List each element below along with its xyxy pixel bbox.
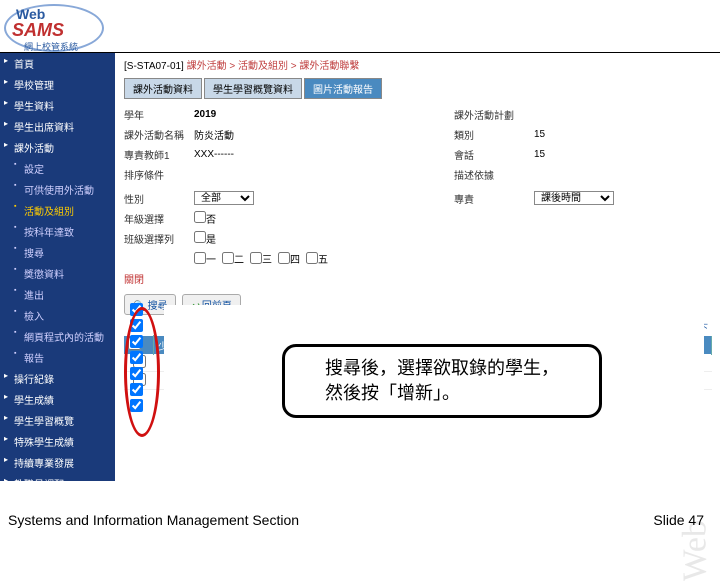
footer-right: Slide 47	[653, 512, 704, 528]
year-value: 2019	[194, 109, 304, 120]
footer-left: Systems and Information Management Secti…	[8, 512, 299, 528]
breadcrumb-path: 課外活動 > 活動及組別 > 課外活動聯繫	[187, 61, 360, 72]
yn-yes[interactable]	[194, 231, 206, 243]
col-2[interactable]	[222, 252, 234, 264]
footer-bg-text: Web	[676, 520, 714, 581]
sidebar: 首頁學校管理學生資料學生出席資料課外活動設定可供使用外活動活動及組別按科年達致搜…	[0, 53, 115, 481]
sidebar-item[interactable]: 設定	[0, 158, 115, 179]
logo-line2: SAMS	[12, 20, 64, 41]
sidebar-item[interactable]: 獎懲資料	[0, 263, 115, 284]
session-label: 會話	[454, 147, 534, 162]
class-label: 班級選擇列	[124, 231, 194, 246]
sidebar-item[interactable]: 學生出席資料	[0, 116, 115, 137]
app-logo: Web SAMS 網上校管系統	[4, 4, 109, 54]
checkbox-column-highlight	[130, 300, 143, 415]
cat-value: 15	[534, 129, 545, 140]
row-checkbox[interactable]	[130, 319, 143, 332]
yn-no[interactable]	[194, 211, 206, 223]
tutor-value: XXX------	[194, 149, 304, 160]
level-label: 年級選擇	[124, 211, 194, 226]
form-area: 學年 2019 課外活動計劃 課外活動名稱 防炎活動 類別 15 專責教師1 X…	[118, 101, 718, 290]
breadcrumb-code: [S-STA07-01]	[124, 61, 184, 72]
gender-select[interactable]: 全部	[194, 191, 254, 205]
sidebar-item[interactable]: 進出	[0, 284, 115, 305]
col-1[interactable]	[194, 252, 206, 264]
sidebar-item[interactable]: 操行紀錄	[0, 368, 115, 389]
act-label: 課外活動名稱	[124, 127, 194, 142]
sidebar-item[interactable]: 首頁	[0, 53, 115, 74]
tutor-label: 專責教師1	[124, 147, 194, 162]
close-link[interactable]: 關閉	[124, 271, 712, 286]
sidebar-item[interactable]: 學校管理	[0, 74, 115, 95]
cat-label: 類別	[454, 127, 534, 142]
sidebar-item[interactable]: 特殊學生成績	[0, 431, 115, 452]
session-value: 15	[534, 149, 545, 160]
sidebar-item[interactable]: 報告	[0, 347, 115, 368]
row-checkbox[interactable]	[130, 335, 143, 348]
school-label: 專責	[454, 191, 534, 206]
tab[interactable]: 課外活動資料	[124, 78, 202, 99]
sidebar-item[interactable]: 搜尋	[0, 242, 115, 263]
instruction-callout: 搜尋後，選擇欲取錄的學生， 然後按「增新」。	[282, 344, 602, 418]
sidebar-item[interactable]: 持續專業發展	[0, 452, 115, 473]
sidebar-item[interactable]: 檢入	[0, 305, 115, 326]
row-checkbox[interactable]	[130, 303, 143, 316]
tabs: 課外活動資料學生學習概覽資料圖片活動報告	[118, 76, 718, 101]
row-checkbox[interactable]	[130, 351, 143, 364]
school-select[interactable]: 課後時間	[534, 191, 614, 205]
year-label: 學年	[124, 107, 194, 122]
tab[interactable]: 圖片活動報告	[304, 78, 382, 99]
tab[interactable]: 學生學習概覽資料	[204, 78, 302, 99]
sidebar-item[interactable]: 學生成績	[0, 389, 115, 410]
callout-text: 搜尋後，選擇欲取錄的學生， 然後按「增新」。	[313, 356, 571, 406]
col-5[interactable]	[306, 252, 318, 264]
col-4[interactable]	[278, 252, 290, 264]
sidebar-item[interactable]: 網頁程式內的活動	[0, 326, 115, 347]
act-value: 防炎活動	[194, 127, 304, 142]
slide-footer: Web Systems and Information Management S…	[0, 480, 720, 540]
row-checkbox[interactable]	[130, 383, 143, 396]
sort-label: 排序條件	[124, 167, 194, 182]
row-checkbox[interactable]	[130, 367, 143, 380]
gender-label: 性別	[124, 191, 194, 206]
sidebar-item[interactable]: 活動及組別	[0, 200, 115, 221]
sidebar-item[interactable]: 學生資料	[0, 95, 115, 116]
col-3[interactable]	[250, 252, 262, 264]
sidebar-item[interactable]: 可供使用外活動	[0, 179, 115, 200]
sidebar-item[interactable]: 學生學習概覽	[0, 410, 115, 431]
sort-select-label: 描述依據	[454, 167, 534, 182]
row-checkbox[interactable]	[130, 399, 143, 412]
sidebar-item[interactable]: 按科年達致	[0, 221, 115, 242]
plan-label: 課外活動計劃	[454, 107, 534, 122]
breadcrumb: [S-STA07-01] 課外活動 > 活動及組別 > 課外活動聯繫	[118, 53, 718, 76]
sidebar-item[interactable]: 課外活動	[0, 137, 115, 158]
